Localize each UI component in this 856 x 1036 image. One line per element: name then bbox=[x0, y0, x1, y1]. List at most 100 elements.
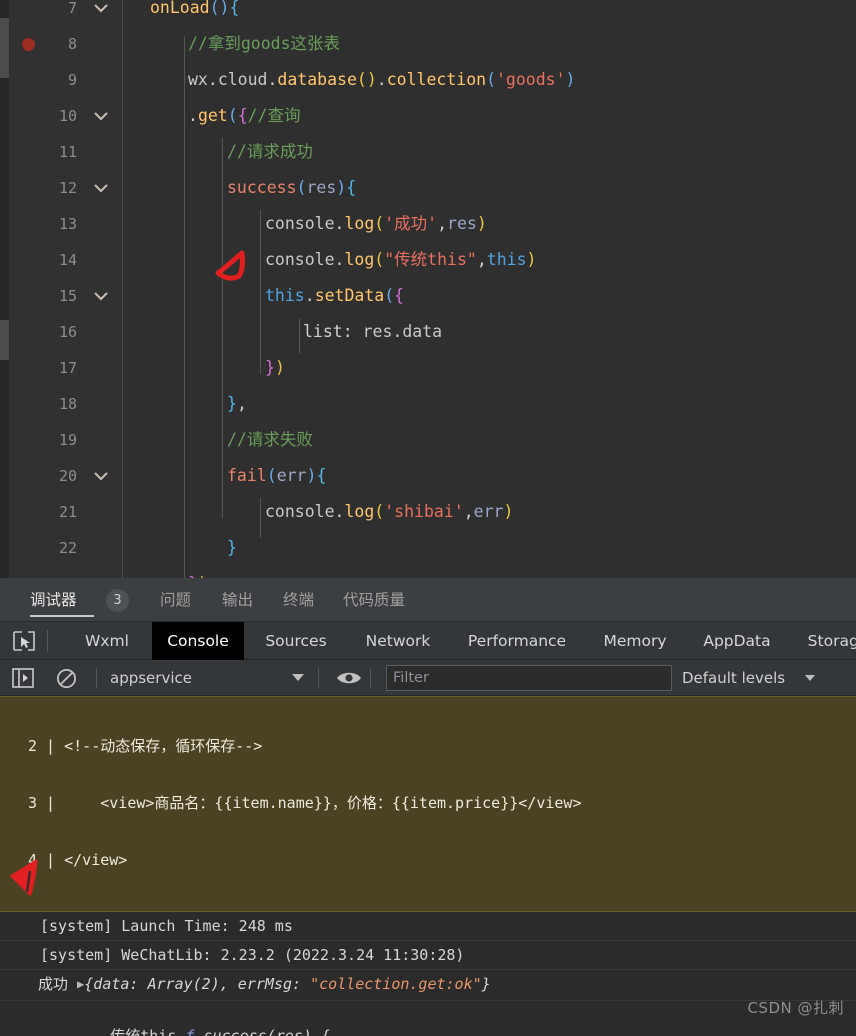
tab-problems[interactable]: 问题 bbox=[160, 578, 204, 622]
warning-line: 4 | </view> bbox=[28, 851, 128, 869]
code-line-11: //请求成功 bbox=[227, 142, 313, 161]
indent-guide bbox=[222, 138, 223, 518]
log-levels-selector[interactable]: Default levels bbox=[682, 660, 785, 696]
tab-sources[interactable]: Sources bbox=[244, 622, 348, 660]
gutter-row[interactable]: 21 bbox=[9, 494, 123, 530]
tab-wxml-label: Wxml bbox=[85, 632, 129, 650]
tab-storage[interactable]: Storage bbox=[790, 622, 856, 660]
gutter-row[interactable]: 8 bbox=[9, 26, 123, 62]
function-signature: success(res) { bbox=[203, 1027, 330, 1036]
eye-icon[interactable] bbox=[336, 670, 362, 690]
tab-appdata-label: AppData bbox=[703, 632, 771, 650]
indent-guide bbox=[184, 36, 185, 578]
tab-console-label: Console bbox=[167, 632, 229, 650]
tab-terminal[interactable]: 终端 bbox=[283, 578, 327, 622]
console-warning-block[interactable]: 2 | <!--动态保存，循环保存--> 3 | <view>商品名：{{ite… bbox=[0, 696, 856, 912]
gutter-row[interactable]: 14 bbox=[9, 242, 123, 278]
code-content[interactable]: onLoad(){ //拿到goods这张表 wx.cloud.database… bbox=[123, 0, 856, 578]
indent-guide bbox=[260, 498, 261, 538]
tab-sources-label: Sources bbox=[265, 632, 327, 650]
console-object-entry[interactable]: 成功 ▶{data: Array(2), errMsg: "collection… bbox=[0, 970, 856, 1001]
object-preview-prefix: {data: Array(2), errMsg: bbox=[84, 975, 311, 993]
toolbar-separator-2 bbox=[318, 668, 319, 688]
gutter-row[interactable]: 13 bbox=[9, 206, 123, 242]
gutter-row[interactable]: 15 bbox=[9, 278, 123, 314]
tab-memory-label: Memory bbox=[603, 632, 667, 650]
expand-triangle-icon[interactable]: ▶ bbox=[77, 970, 84, 999]
chevron-down-icon[interactable] bbox=[93, 170, 109, 206]
gutter-row[interactable]: 9 bbox=[9, 62, 123, 98]
line-number: 19 bbox=[58, 431, 77, 449]
gutter-row[interactable]: 16 bbox=[9, 314, 123, 350]
code-line-13: console.log('成功',res) bbox=[265, 214, 487, 233]
gutter-row[interactable]: 10 bbox=[9, 98, 123, 134]
gutter-row[interactable]: 17 bbox=[9, 350, 123, 386]
console-system-entry[interactable]: [system] Launch Time: 248 ms bbox=[0, 912, 856, 941]
code-line-17: }) bbox=[265, 358, 285, 377]
line-number: 8 bbox=[67, 35, 77, 53]
line-number: 14 bbox=[58, 251, 77, 269]
chevron-down-icon[interactable] bbox=[93, 98, 109, 134]
sidebar-toggle-icon[interactable] bbox=[12, 668, 34, 692]
log-levels-label: Default levels bbox=[682, 669, 786, 687]
context-selector-value: appservice bbox=[110, 669, 192, 687]
scrollbar-thumb-lower[interactable] bbox=[0, 320, 9, 360]
code-line-22: } bbox=[227, 538, 237, 557]
tab-network[interactable]: Network bbox=[348, 622, 448, 660]
function-glyph-icon: ƒ bbox=[185, 1027, 195, 1036]
filter-input[interactable]: Filter bbox=[386, 665, 672, 691]
tab-memory[interactable]: Memory bbox=[586, 622, 684, 660]
code-line-20: fail(err){ bbox=[227, 466, 327, 485]
console-entry-label: 成功 bbox=[38, 975, 69, 993]
tab-performance[interactable]: Performance bbox=[448, 622, 586, 660]
tab-console[interactable]: Console bbox=[152, 622, 244, 660]
line-number: 18 bbox=[58, 395, 77, 413]
line-number: 21 bbox=[58, 503, 77, 521]
line-number: 7 bbox=[67, 0, 77, 17]
tab-code-quality[interactable]: 代码质量 bbox=[343, 578, 431, 622]
gutter-row[interactable]: 7 bbox=[9, 0, 123, 26]
warning-line: 3 | <view>商品名：{{item.name}}，价格：{{item.pr… bbox=[28, 794, 582, 812]
scrollbar-thumb-upper[interactable] bbox=[0, 18, 9, 78]
devtools-panel: 调试器 3 问题 输出 终端 代码质量 Wxml Console Sources… bbox=[0, 578, 856, 1036]
tab-performance-label: Performance bbox=[467, 632, 567, 650]
breakpoint-marker[interactable] bbox=[22, 38, 35, 51]
chevron-down-icon[interactable] bbox=[805, 675, 815, 681]
gutter-row[interactable]: 22 bbox=[9, 530, 123, 566]
clear-console-icon[interactable] bbox=[56, 668, 77, 693]
object-preview-suffix: } bbox=[481, 975, 491, 993]
console-entry-label: 传统this bbox=[110, 1027, 177, 1036]
gutter-row[interactable]: 12 bbox=[9, 170, 123, 206]
line-number: 16 bbox=[58, 323, 77, 341]
chevron-down-icon[interactable] bbox=[93, 0, 109, 26]
tabbar-separator bbox=[47, 630, 48, 652]
gutter-row[interactable]: 11 bbox=[9, 134, 123, 170]
tab-wxml[interactable]: Wxml bbox=[62, 622, 152, 660]
gutter-row[interactable]: 19 bbox=[9, 422, 123, 458]
debugger-count-badge: 3 bbox=[106, 589, 129, 612]
chevron-down-icon[interactable] bbox=[93, 278, 109, 314]
devtools-panel-tabs: 调试器 3 问题 输出 终端 代码质量 bbox=[0, 578, 856, 622]
editor-scrollbar[interactable] bbox=[0, 0, 9, 578]
tab-debugger[interactable]: 调试器 bbox=[30, 578, 94, 622]
tab-appdata[interactable]: AppData bbox=[684, 622, 790, 660]
element-picker-icon[interactable] bbox=[12, 630, 36, 652]
chevron-down-icon[interactable] bbox=[93, 458, 109, 494]
tab-debugger-label: 调试器 bbox=[30, 591, 77, 609]
devtools-tabbar: Wxml Console Sources Network Performance… bbox=[0, 622, 856, 660]
code-line-9: wx.cloud.database().collection('goods') bbox=[188, 70, 576, 89]
line-number: 15 bbox=[58, 287, 77, 305]
console-output[interactable]: 2 | <!--动态保存，循环保存--> 3 | <view>商品名：{{ite… bbox=[0, 696, 856, 1036]
code-line-7: onLoad(){ bbox=[150, 0, 240, 17]
gutter-row[interactable]: 20 bbox=[9, 458, 123, 494]
code-line-21: console.log('shibai',err) bbox=[265, 502, 514, 521]
chevron-down-icon[interactable] bbox=[292, 674, 304, 681]
console-system-entry[interactable]: [system] WeChatLib: 2.23.2 (2022.3.24 11… bbox=[0, 941, 856, 970]
console-function-entry[interactable]: 传统this ƒ success(res) { console.log('成功'… bbox=[0, 1001, 856, 1036]
line-number: 17 bbox=[58, 359, 77, 377]
tab-output[interactable]: 输出 bbox=[222, 578, 266, 622]
editor-gutter[interactable]: 7 8 9 10 11 12 13 14 15 16 17 18 19 20 2… bbox=[9, 0, 123, 578]
indent-guide bbox=[299, 318, 300, 354]
context-selector[interactable]: appservice bbox=[110, 660, 315, 696]
gutter-row[interactable]: 18 bbox=[9, 386, 123, 422]
